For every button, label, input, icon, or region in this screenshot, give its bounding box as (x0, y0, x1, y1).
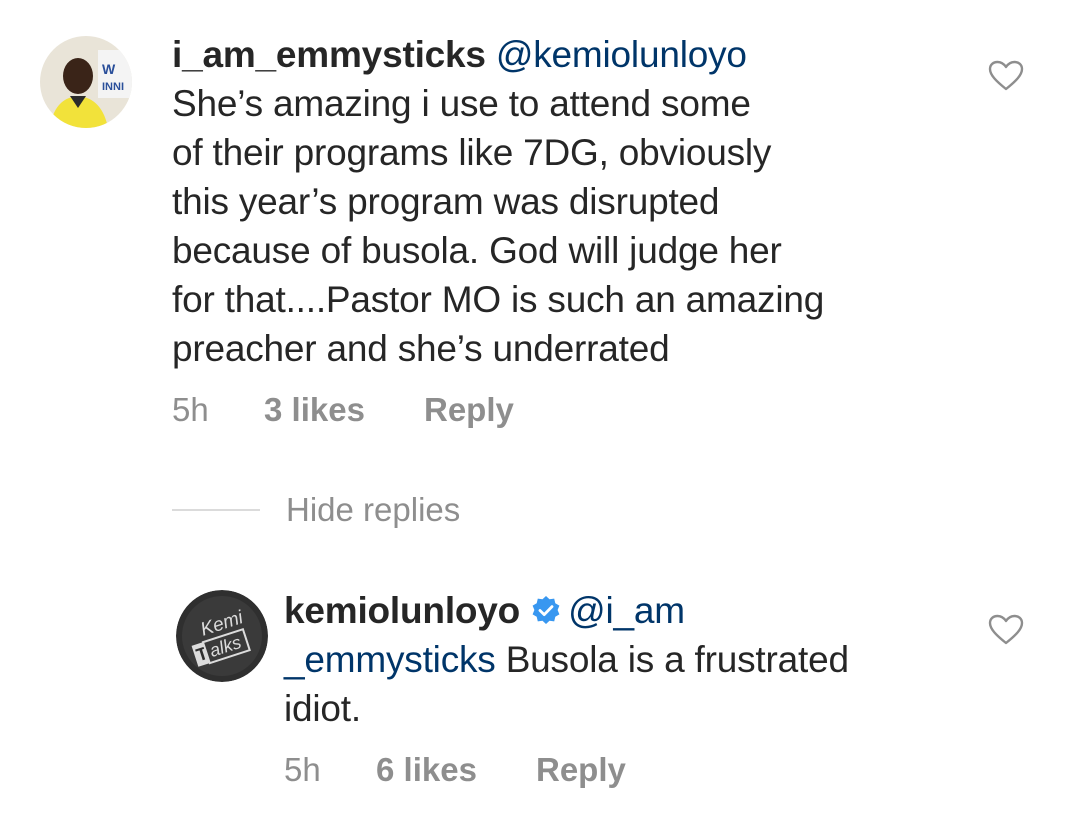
profile-photo-icon: W INNI (40, 36, 132, 128)
comment-time: 5h (172, 391, 209, 428)
avatar[interactable]: W INNI (40, 36, 132, 128)
comment-meta: 5h 3 likes Reply (172, 391, 824, 429)
comment-body: i_am_emmysticks @kemiolunloyo She’s amaz… (172, 30, 824, 429)
comment-line: for that....Pastor MO is such an amazing (172, 279, 825, 320)
reply-body: kemiolunloyo @i_am _emmysticks Busola is … (284, 586, 849, 789)
reply-meta: 5h 6 likes Reply (284, 751, 849, 789)
comment-line: because of busola. God will judge her (172, 230, 782, 271)
verified-badge-icon (530, 590, 562, 624)
kemi-talks-logo-icon: Kemi T alks (176, 590, 268, 682)
reply-time: 5h (284, 751, 321, 788)
reply-button[interactable]: Reply (424, 391, 514, 429)
likes-button[interactable]: 6 likes (376, 751, 536, 789)
heart-icon[interactable] (988, 60, 1024, 92)
reply-text: kemiolunloyo @i_am _emmysticks Busola is … (284, 586, 849, 733)
comment-line: this year’s program was disrupted (172, 181, 720, 222)
reply-line: idiot. (284, 688, 361, 729)
divider (172, 509, 260, 511)
hide-replies-label: Hide replies (286, 491, 461, 528)
avatar[interactable]: Kemi T alks (176, 590, 268, 682)
comment-line: preacher and she’s underrated (172, 328, 670, 369)
reply-button[interactable]: Reply (536, 751, 626, 789)
svg-text:INNI: INNI (102, 81, 124, 93)
reply-mention[interactable]: _emmysticks (284, 639, 496, 680)
hide-replies-button[interactable]: Hide replies (172, 488, 460, 532)
comment-line: She’s amazing i use to attend some (172, 83, 751, 124)
comment-mention[interactable]: @kemiolunloyo (496, 34, 747, 75)
heart-icon[interactable] (988, 614, 1024, 646)
reply-mention[interactable]: @i_am (568, 590, 685, 631)
comment-text: i_am_emmysticks @kemiolunloyo She’s amaz… (172, 30, 824, 373)
comment-line: of their programs like 7DG, obviously (172, 132, 772, 173)
svg-text:W: W (102, 61, 116, 77)
reply-line: Busola is a frustrated (495, 639, 849, 680)
comment-username[interactable]: i_am_emmysticks (172, 34, 486, 75)
reply-username[interactable]: kemiolunloyo (284, 590, 520, 631)
likes-button[interactable]: 3 likes (264, 391, 424, 429)
